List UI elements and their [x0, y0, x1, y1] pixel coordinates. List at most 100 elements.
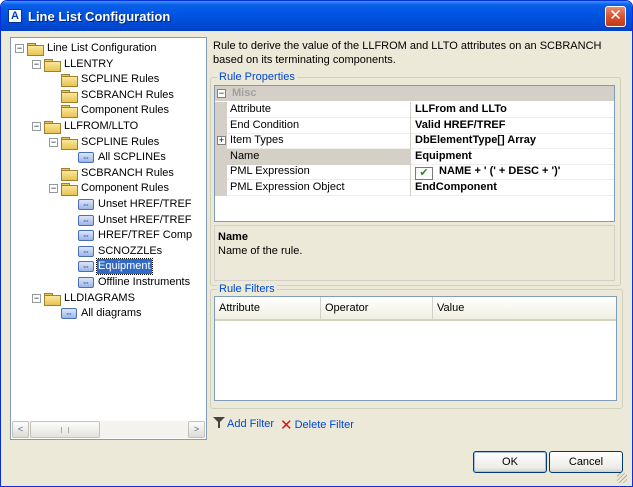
property-gutter: [215, 117, 227, 134]
property-name: PML Expression: [227, 164, 411, 181]
resize-grip[interactable]: [617, 473, 627, 483]
folder-icon: [61, 105, 78, 119]
property-row[interactable]: + Item Types DbElementType[] Array: [215, 133, 614, 150]
tree-item-label: Line List Configuration: [47, 42, 157, 54]
tree-item[interactable]: SCBRANCH Rules: [11, 88, 206, 103]
delete-filter-button[interactable]: ✕ Delete Filter: [280, 416, 354, 434]
property-value-text: NAME + ' (' + DESC + ')': [439, 165, 561, 178]
property-row[interactable]: Attribute LLFrom and LLTo: [215, 102, 614, 118]
horizontal-scrollbar[interactable]: < >: [12, 421, 205, 438]
tree-item[interactable]: ⇔ Unset HREF/TREF: [11, 213, 206, 228]
property-grid[interactable]: − Misc Attribute LLFrom and LLTo End Condi…: [214, 85, 615, 222]
add-filter-button[interactable]: Add Filter: [213, 417, 274, 430]
tree-item-label: Unset HREF/TREF: [98, 198, 192, 210]
delete-x-icon: ✕: [280, 417, 293, 434]
rule-icon: ⇔: [78, 261, 94, 273]
property-value[interactable]: LLFrom and LLTo: [412, 102, 614, 118]
property-category[interactable]: − Misc: [215, 86, 614, 101]
property-gutter: [215, 180, 227, 196]
property-name: Attribute: [227, 102, 411, 118]
property-row[interactable]: End Condition Valid HREF/TREF: [215, 117, 614, 134]
tree-item[interactable]: − Line List Configuration: [11, 41, 206, 56]
tree-item-label: SCBRANCH Rules: [81, 166, 174, 179]
tree-item-label: SCNOZZLEs: [98, 244, 163, 257]
ok-button[interactable]: OK: [473, 451, 547, 473]
tree-expander-icon[interactable]: −: [32, 59, 41, 69]
property-value[interactable]: ✔ NAME + ' (' + DESC + ')': [412, 164, 614, 181]
app-icon: A: [8, 9, 22, 23]
tree-item-label: Offline Instruments: [98, 276, 191, 288]
property-row[interactable]: Name Equipment: [215, 148, 614, 165]
tree-item[interactable]: ⇔ HREF/TREF Comp: [11, 228, 206, 243]
column-header-operator[interactable]: Operator: [321, 297, 433, 321]
tree-item[interactable]: SCPLINE Rules: [11, 72, 206, 88]
property-value[interactable]: DbElementType[] Array: [412, 133, 614, 149]
rule-icon: ⇔: [78, 214, 94, 226]
rule-properties-group: Rule Properties − Misc Attribute LLFrom a…: [210, 71, 621, 286]
property-gutter: [215, 164, 227, 181]
rule-description: Rule to derive the value of the LLFROM a…: [213, 40, 602, 66]
folder-icon: [44, 58, 61, 72]
tree-item[interactable]: ⇔ Equipment: [11, 258, 206, 276]
category-collapse-icon[interactable]: −: [217, 89, 226, 98]
rule-icon: ⇔: [78, 277, 94, 288]
scroll-left-button[interactable]: <: [12, 421, 29, 438]
tree-item[interactable]: ⇔ All diagrams: [11, 306, 206, 321]
scroll-thumb[interactable]: [30, 421, 100, 438]
rule-icon: ⇔: [78, 230, 94, 242]
rule-tree[interactable]: − Line List Configuration − LLENTRY SCPLINE …: [10, 37, 207, 440]
add-filter-label: Add Filter: [227, 418, 275, 430]
property-gutter: +: [215, 133, 227, 150]
folder-icon: [27, 43, 44, 56]
tree-item[interactable]: Component Rules: [11, 103, 206, 119]
tree-expander-icon[interactable]: −: [15, 44, 24, 53]
rule-filters-group: Rule Filters Attribute Operator Value: [210, 283, 623, 409]
property-row[interactable]: PML Expression Object EndComponent: [215, 180, 614, 196]
tree-expander-icon[interactable]: −: [32, 293, 41, 303]
tree-expander-icon[interactable]: −: [49, 184, 58, 194]
column-header-value[interactable]: Value: [433, 297, 616, 321]
tree-item[interactable]: ⇔ Offline Instruments: [11, 275, 206, 290]
tree-item[interactable]: − LLFROM/LLTO: [11, 119, 206, 134]
filters-table[interactable]: Attribute Operator Value: [214, 296, 617, 401]
tree-item[interactable]: ⇔ SCNOZZLEs: [11, 244, 206, 259]
tree-item[interactable]: − Component Rules: [11, 181, 206, 197]
help-title: Name: [218, 231, 248, 243]
tree-expander-icon[interactable]: −: [49, 137, 58, 147]
tree-item[interactable]: − LLDIAGRAMS: [11, 291, 206, 306]
property-gutter: [215, 148, 227, 165]
expand-plus-icon[interactable]: +: [217, 136, 226, 146]
tree-item[interactable]: ⇔ Unset HREF/TREF: [11, 197, 206, 212]
property-value-text: Equipment: [415, 149, 472, 162]
help-text: Name of the rule.: [218, 245, 303, 257]
property-value[interactable]: Equipment: [412, 149, 614, 165]
property-value-text: Valid HREF/TREF: [415, 118, 506, 131]
rule-icon: ⇔: [78, 199, 94, 210]
dialog-window: A Line List Configuration ✕ − Line List C…: [0, 0, 633, 487]
property-value[interactable]: Valid HREF/TREF: [412, 118, 614, 134]
delete-filter-label: Delete Filter: [294, 419, 354, 431]
tree-item[interactable]: ⇔ All SCPLINEs: [11, 150, 206, 165]
scroll-right-button[interactable]: >: [188, 421, 205, 438]
tree-item-label: LLFROM/LLTO: [64, 120, 139, 132]
tree-item-label: All SCPLINEs: [98, 151, 166, 164]
tree-item-label: All diagrams: [81, 307, 142, 320]
category-label: Misc: [232, 87, 257, 99]
title-bar[interactable]: A Line List Configuration ✕: [1, 1, 632, 31]
tree-item-label: LLENTRY: [64, 57, 114, 70]
folder-icon: [61, 183, 78, 197]
tree-expander-icon[interactable]: −: [32, 122, 41, 131]
tree-item[interactable]: − SCPLINE Rules: [11, 135, 206, 150]
tree-item-label: Equipment: [96, 258, 153, 276]
tree-item[interactable]: − LLENTRY: [11, 57, 206, 72]
tree-item[interactable]: SCBRANCH Rules: [11, 166, 206, 181]
close-button[interactable]: ✕: [605, 6, 626, 27]
cancel-button[interactable]: Cancel: [549, 451, 623, 473]
property-row[interactable]: PML Expression ✔ NAME + ' (' + DESC + ')': [215, 164, 614, 181]
rule-icon: ⇔: [78, 152, 94, 164]
column-header-attribute[interactable]: Attribute: [215, 297, 321, 321]
property-value[interactable]: EndComponent: [412, 180, 614, 196]
tree-item-label: Component Rules: [81, 104, 170, 117]
checkmark-icon[interactable]: ✔: [415, 167, 433, 181]
tree-item-label: SCPLINE Rules: [81, 73, 160, 86]
